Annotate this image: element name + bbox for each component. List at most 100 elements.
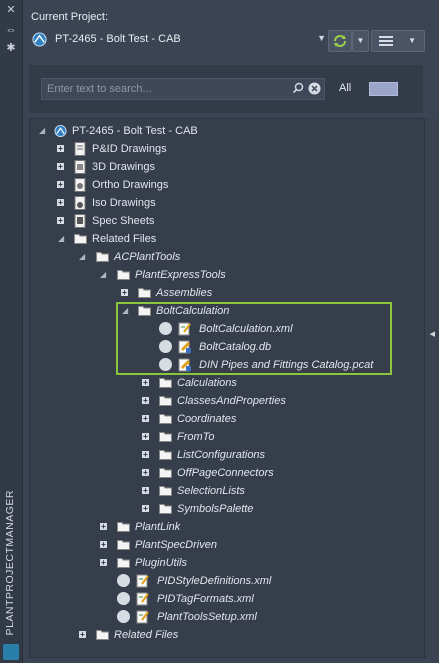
tree-node-spec-sheets[interactable]: + Spec Sheets [30, 212, 410, 230]
expand-icon[interactable]: + [142, 433, 149, 441]
tree-node-classesandproperties[interactable]: + ClassesAndProperties [30, 392, 410, 410]
search-input[interactable]: Enter text to search... [41, 78, 325, 100]
tree-node-label: PIDStyleDefinitions.xml [157, 575, 272, 587]
collapse-icon[interactable]: ◢ [58, 230, 64, 248]
drawing-set-icon [74, 196, 86, 210]
tree-root[interactable]: ◢ PT-2465 - Bolt Test - CAB [30, 122, 410, 140]
spec-sheet-icon [74, 214, 86, 228]
expand-icon[interactable]: + [57, 163, 64, 171]
tree-node-iso-drawings[interactable]: + Iso Drawings [30, 194, 410, 212]
expand-icon[interactable]: + [57, 199, 64, 207]
folder-icon [159, 450, 172, 460]
settings-icon[interactable]: ✱ [5, 42, 17, 54]
folder-icon [117, 522, 130, 532]
collapse-side-bar[interactable]: ◀ [424, 118, 439, 656]
drawing-set-icon [74, 142, 86, 156]
tree-node-label: PlantToolsSetup.xml [157, 611, 257, 623]
folder-icon [159, 504, 172, 514]
side-panel-strip: ✕ ⇔ ✱ PLANTPROJECTMANAGER [0, 0, 23, 663]
expand-icon[interactable]: + [142, 379, 149, 387]
tree-node-assemblies[interactable]: + Assemblies [30, 284, 410, 302]
folder-icon [117, 540, 130, 550]
tree-node-label: PluginUtils [135, 557, 187, 569]
tree-file-pidtagformats[interactable]: PIDTagFormats.xml [30, 590, 410, 608]
folder-icon [117, 270, 130, 280]
menu-button[interactable]: ▼ [371, 30, 425, 52]
expand-icon[interactable]: + [142, 505, 149, 513]
refresh-dropdown-button[interactable]: ▼ [352, 30, 369, 52]
expand-icon[interactable]: + [79, 631, 86, 639]
tree-node-label: PlantExpressTools [135, 269, 226, 281]
tree-node-acplanttools[interactable]: ◢ ACPlantTools [30, 248, 410, 266]
tree-node-related-files-sub[interactable]: + Related Files [30, 626, 410, 644]
tree-node-label: Related Files [92, 233, 157, 245]
tree-node-pid-drawings[interactable]: + P&ID Drawings [30, 140, 410, 158]
folder-icon [159, 414, 172, 424]
current-project-label: Current Project: [31, 11, 109, 23]
pin-icon[interactable]: ⇔ [5, 24, 17, 36]
filter-toggle[interactable] [369, 82, 398, 96]
folder-icon [96, 630, 109, 640]
collapse-icon[interactable]: ◢ [79, 248, 85, 266]
tree-node-label: Spec Sheets [92, 215, 155, 227]
chevron-down-icon: ▼ [408, 36, 416, 45]
tree-node-plantexpresstools[interactable]: ◢ PlantExpressTools [30, 266, 410, 284]
chevron-left-icon: ◀ [429, 331, 435, 338]
tree-node-ortho-drawings[interactable]: + Ortho Drawings [30, 176, 410, 194]
folder-icon [159, 378, 172, 388]
tree-node-fromto[interactable]: + FromTo [30, 428, 410, 446]
expand-icon[interactable]: + [142, 397, 149, 405]
tree-node-calculations[interactable]: + Calculations [30, 374, 410, 392]
tree-node-offpageconnectors[interactable]: + OffPageConnectors [30, 464, 410, 482]
expand-icon[interactable]: + [142, 469, 149, 477]
expand-icon[interactable]: + [100, 523, 107, 531]
expand-icon[interactable]: + [57, 181, 64, 189]
search-panel: Enter text to search... All [29, 65, 423, 113]
project-name: PT-2465 - Bolt Test - CAB [55, 33, 181, 45]
folder-icon [159, 432, 172, 442]
tree-node-pluginutils[interactable]: + PluginUtils [30, 554, 410, 572]
tree-node-related-files[interactable]: ◢ Related Files [30, 230, 410, 248]
collapse-icon[interactable]: ◢ [100, 266, 106, 284]
search-placeholder: Enter text to search... [47, 83, 152, 95]
expand-icon[interactable]: + [100, 559, 107, 567]
xml-file-icon [136, 610, 149, 624]
tree-node-plantspecdriven[interactable]: + PlantSpecDriven [30, 536, 410, 554]
expand-icon[interactable]: + [121, 289, 128, 297]
tree-node-coordinates[interactable]: + Coordinates [30, 410, 410, 428]
tree-node-3d-drawings[interactable]: + 3D Drawings [30, 158, 410, 176]
tree-node-label: Ortho Drawings [92, 179, 169, 191]
project-tree: ◢ PT-2465 - Bolt Test - CAB + P&ID Drawi… [29, 118, 426, 658]
drawing-set-icon [74, 160, 86, 174]
tree-node-listconfigurations[interactable]: + ListConfigurations [30, 446, 410, 464]
status-circle-icon [117, 610, 130, 623]
tree-file-pidstyledefinitions[interactable]: PIDStyleDefinitions.xml [30, 572, 410, 590]
selection-highlight-box [116, 302, 392, 375]
expand-icon[interactable]: + [142, 451, 149, 459]
project-icon [54, 124, 67, 138]
expand-icon[interactable]: + [142, 415, 149, 423]
tree-node-label: Assemblies [156, 287, 213, 299]
expand-icon[interactable]: + [57, 217, 64, 225]
refresh-icon [334, 35, 346, 47]
refresh-button[interactable] [328, 30, 352, 52]
filter-label: All [339, 82, 352, 94]
expand-icon[interactable]: + [142, 487, 149, 495]
tree-file-planttoolssetup[interactable]: PlantToolsSetup.xml [30, 608, 410, 626]
close-icon[interactable]: ✕ [5, 4, 17, 16]
folder-icon [159, 468, 172, 478]
expand-icon[interactable]: + [57, 145, 64, 153]
search-icon[interactable] [292, 82, 304, 94]
collapse-icon[interactable]: ◢ [39, 122, 45, 140]
tree-node-label: Coordinates [177, 413, 237, 425]
xml-file-icon [136, 592, 149, 606]
project-selector[interactable]: PT-2465 - Bolt Test - CAB ▼ [29, 29, 326, 51]
tree-node-selectionlists[interactable]: + SelectionLists [30, 482, 410, 500]
clear-icon[interactable] [308, 82, 321, 95]
drawing-set-icon [74, 178, 86, 192]
tree-node-plantlink[interactable]: + PlantLink [30, 518, 410, 536]
project-manager-panel: Current Project: PT-2465 - Bolt Test - C… [23, 0, 439, 663]
expand-icon[interactable]: + [100, 541, 107, 549]
tree-node-symbolspalette[interactable]: + SymbolsPalette [30, 500, 410, 518]
app-logo-icon [3, 644, 19, 660]
